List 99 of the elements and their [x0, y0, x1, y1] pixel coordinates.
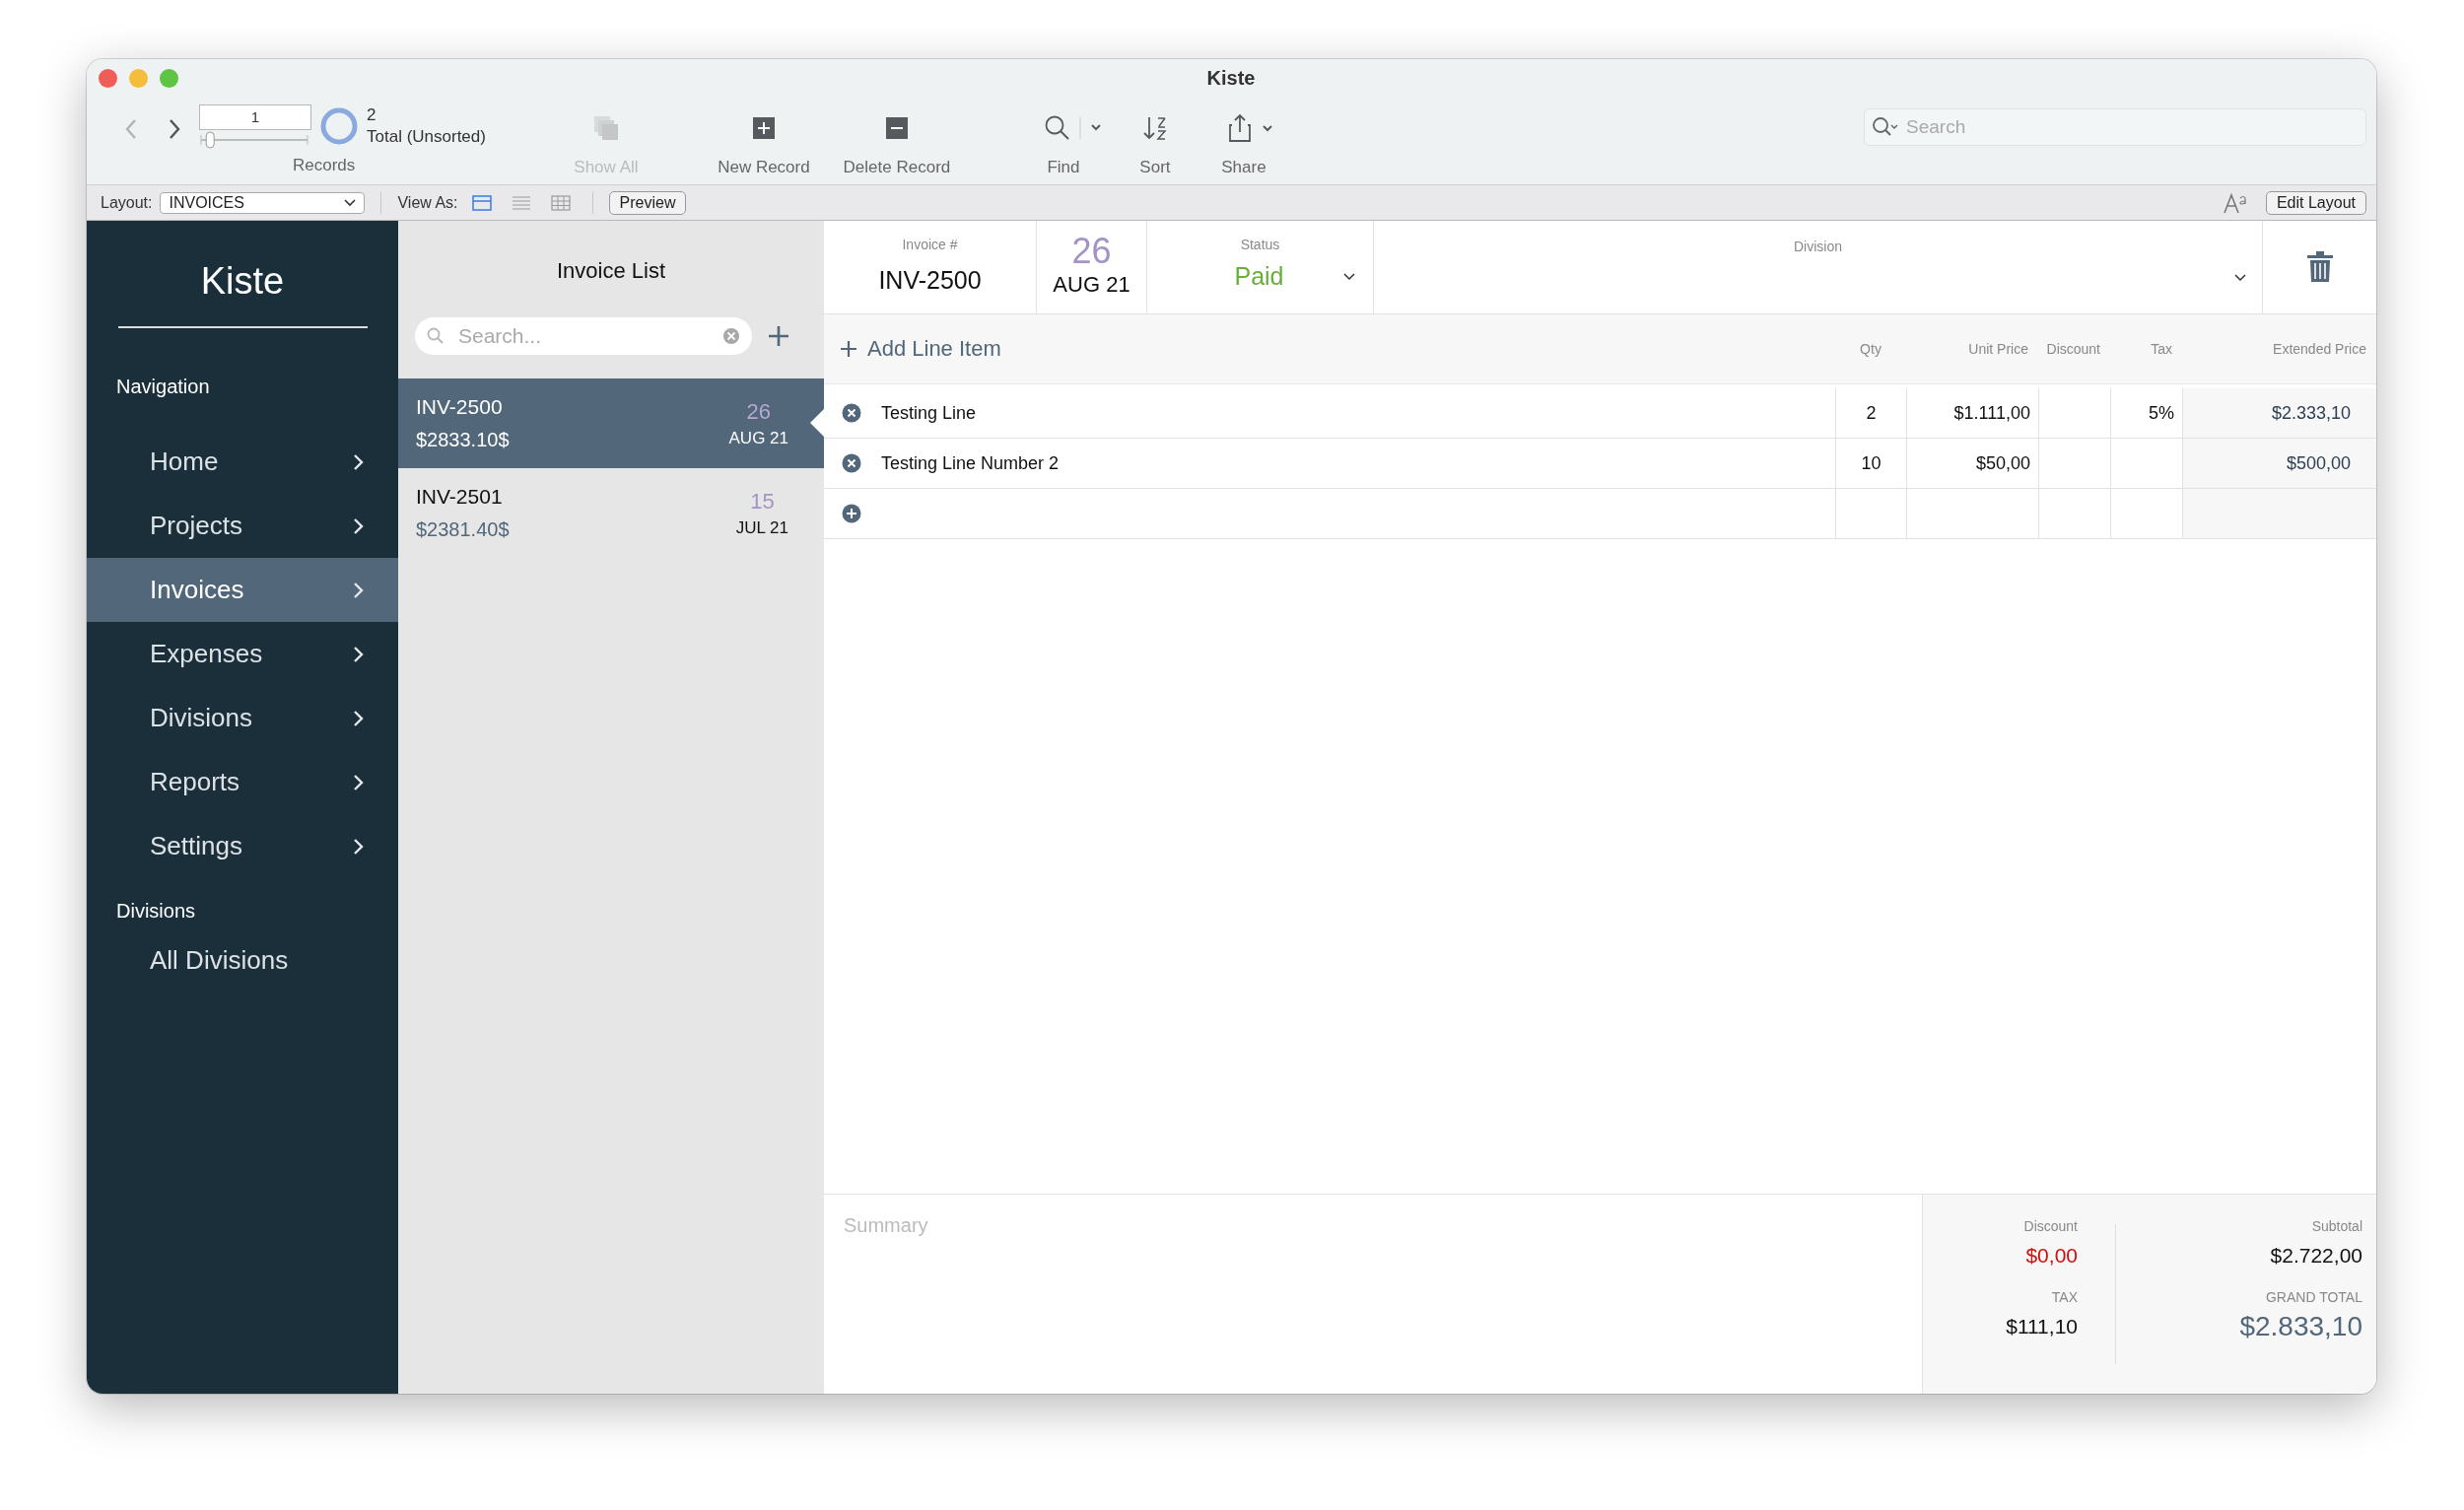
list-view-icon: [511, 194, 531, 211]
preview-button[interactable]: Preview: [608, 190, 687, 215]
table-cell: 10: [1861, 452, 1882, 474]
field-label: Invoice #: [902, 237, 958, 252]
delete-record-button[interactable]: Delete Record: [832, 97, 961, 177]
window-title: Kiste: [1205, 66, 1257, 90]
panel-title: Invoice List: [555, 258, 667, 284]
delete-button[interactable]: [2305, 251, 2334, 283]
layout-dropdown[interactable]: INVOICES: [160, 191, 366, 214]
slider-thumb[interactable]: [205, 131, 215, 149]
table-cell: 2: [1866, 402, 1877, 424]
chevron-down-icon[interactable]: [2234, 274, 2246, 282]
invoice-month: JUL 21: [735, 517, 788, 538]
found-set-ring-icon: [319, 106, 359, 146]
section-heading: Divisions: [116, 900, 197, 923]
total-label: TAX: [2051, 1289, 2078, 1305]
find-button[interactable]: Find: [1013, 97, 1113, 177]
table-cell: $2.333,10: [2271, 402, 2351, 424]
invoice-number: INV-2500: [416, 395, 504, 419]
view-as-label: View As:: [397, 193, 458, 212]
column-header: Unit Price: [1967, 341, 2029, 357]
edit-layout-button[interactable]: Edit Layout: [2265, 190, 2366, 215]
records-label: Records: [293, 156, 357, 175]
field-label: Status: [1240, 237, 1280, 252]
record-number-field[interactable]: 1: [199, 104, 311, 130]
chevron-down-icon: [1342, 272, 1355, 281]
plus-square-icon: [751, 116, 776, 140]
layout-label: Layout:: [101, 193, 153, 212]
plus-icon: [768, 325, 789, 347]
form-view-icon: [471, 194, 492, 211]
nav-item[interactable]: Projects: [87, 494, 398, 558]
nav-item[interactable]: All Divisions: [87, 928, 398, 993]
font-size-icon[interactable]: [2222, 191, 2248, 214]
found-count: 2: [367, 104, 377, 126]
section-heading: Navigation: [116, 376, 211, 398]
share-button[interactable]: Share: [1198, 97, 1288, 177]
minus-square-icon: [884, 116, 909, 140]
column-header: Qty: [1859, 341, 1882, 357]
invoice-day: 15: [750, 488, 775, 515]
line-description: Testing Line Number 2: [881, 452, 1060, 474]
remove-icon[interactable]: [842, 453, 861, 473]
invoice-amount: $2381.40$: [416, 518, 510, 541]
table-cell: $1.111,00: [1953, 402, 2030, 424]
add-line-item-button[interactable]: Add Line Item: [824, 336, 1001, 362]
invoice-day: 26: [1071, 231, 1112, 272]
sort-status: Total (Unsorted): [367, 126, 486, 148]
forward-icon: [168, 118, 181, 140]
nav-item[interactable]: Divisions: [87, 686, 398, 750]
remove-icon[interactable]: [842, 403, 861, 423]
minimize-button[interactable]: [129, 68, 148, 88]
invoice-amount: $2833.10$: [416, 429, 510, 451]
summary-label: Summary: [844, 1214, 928, 1236]
app-logo-text: Kiste: [199, 260, 286, 303]
invoice-list-item[interactable]: INV-2501 $2381.40$ 15 JUL 21: [398, 468, 824, 558]
selection-pointer: [810, 409, 824, 437]
table-cell: $500,00: [2286, 452, 2351, 474]
sort-icon: [1141, 114, 1168, 142]
add-button[interactable]: [768, 325, 789, 347]
table-view-icon: [550, 194, 571, 211]
new-record-button[interactable]: New Record: [704, 97, 823, 177]
line-description: Testing Line: [881, 402, 977, 424]
clear-icon[interactable]: [722, 327, 740, 345]
total-value: $2.722,00: [2270, 1244, 2362, 1268]
sort-button[interactable]: Sort: [1120, 97, 1190, 177]
grand-total-value: $2.833,10: [2239, 1311, 2362, 1342]
table-cell: $50,00: [1975, 452, 2030, 474]
plus-icon: [840, 340, 857, 358]
nav-item[interactable]: Home: [87, 430, 398, 494]
nav-item[interactable]: Expenses: [87, 622, 398, 686]
stacked-pages-icon: [591, 114, 620, 142]
invoice-number: INV-2501: [416, 485, 504, 509]
back-icon: [124, 118, 138, 140]
record-slider[interactable]: [199, 130, 309, 150]
invoice-number-value: INV-2500: [878, 266, 982, 295]
search-icon: [427, 327, 445, 345]
total-label: Subtotal: [2311, 1218, 2362, 1234]
add-icon[interactable]: [842, 504, 861, 523]
close-button[interactable]: [99, 68, 117, 88]
column-header: Tax: [2150, 341, 2173, 357]
total-value: $0,00: [2025, 1244, 2078, 1268]
trash-icon: [2305, 251, 2334, 283]
total-label: Discount: [2023, 1218, 2078, 1234]
nav-item[interactable]: Settings: [87, 814, 398, 878]
column-header: Extended Price: [2272, 341, 2367, 357]
table-cell: 5%: [2149, 402, 2174, 424]
invoice-month: AUG 21: [728, 428, 788, 448]
invoice-day: 26: [746, 398, 771, 425]
search-field[interactable]: Search: [1864, 108, 2366, 146]
nav-item[interactable]: Reports: [87, 750, 398, 814]
total-value: $111,10: [2006, 1315, 2078, 1338]
invoice-list-item[interactable]: INV-2500 $2833.10$ 26 AUG 21: [398, 378, 824, 468]
field-label: Division: [1794, 239, 1842, 254]
column-header: Discount: [2045, 341, 2101, 357]
chevron-down-icon: [344, 198, 357, 207]
nav-item[interactable]: Invoices: [87, 558, 398, 622]
zoom-button[interactable]: [160, 68, 178, 88]
invoice-month: AUG 21: [1053, 272, 1130, 298]
total-label: GRAND TOTAL: [2265, 1289, 2362, 1305]
search-field[interactable]: Search...: [415, 317, 752, 355]
